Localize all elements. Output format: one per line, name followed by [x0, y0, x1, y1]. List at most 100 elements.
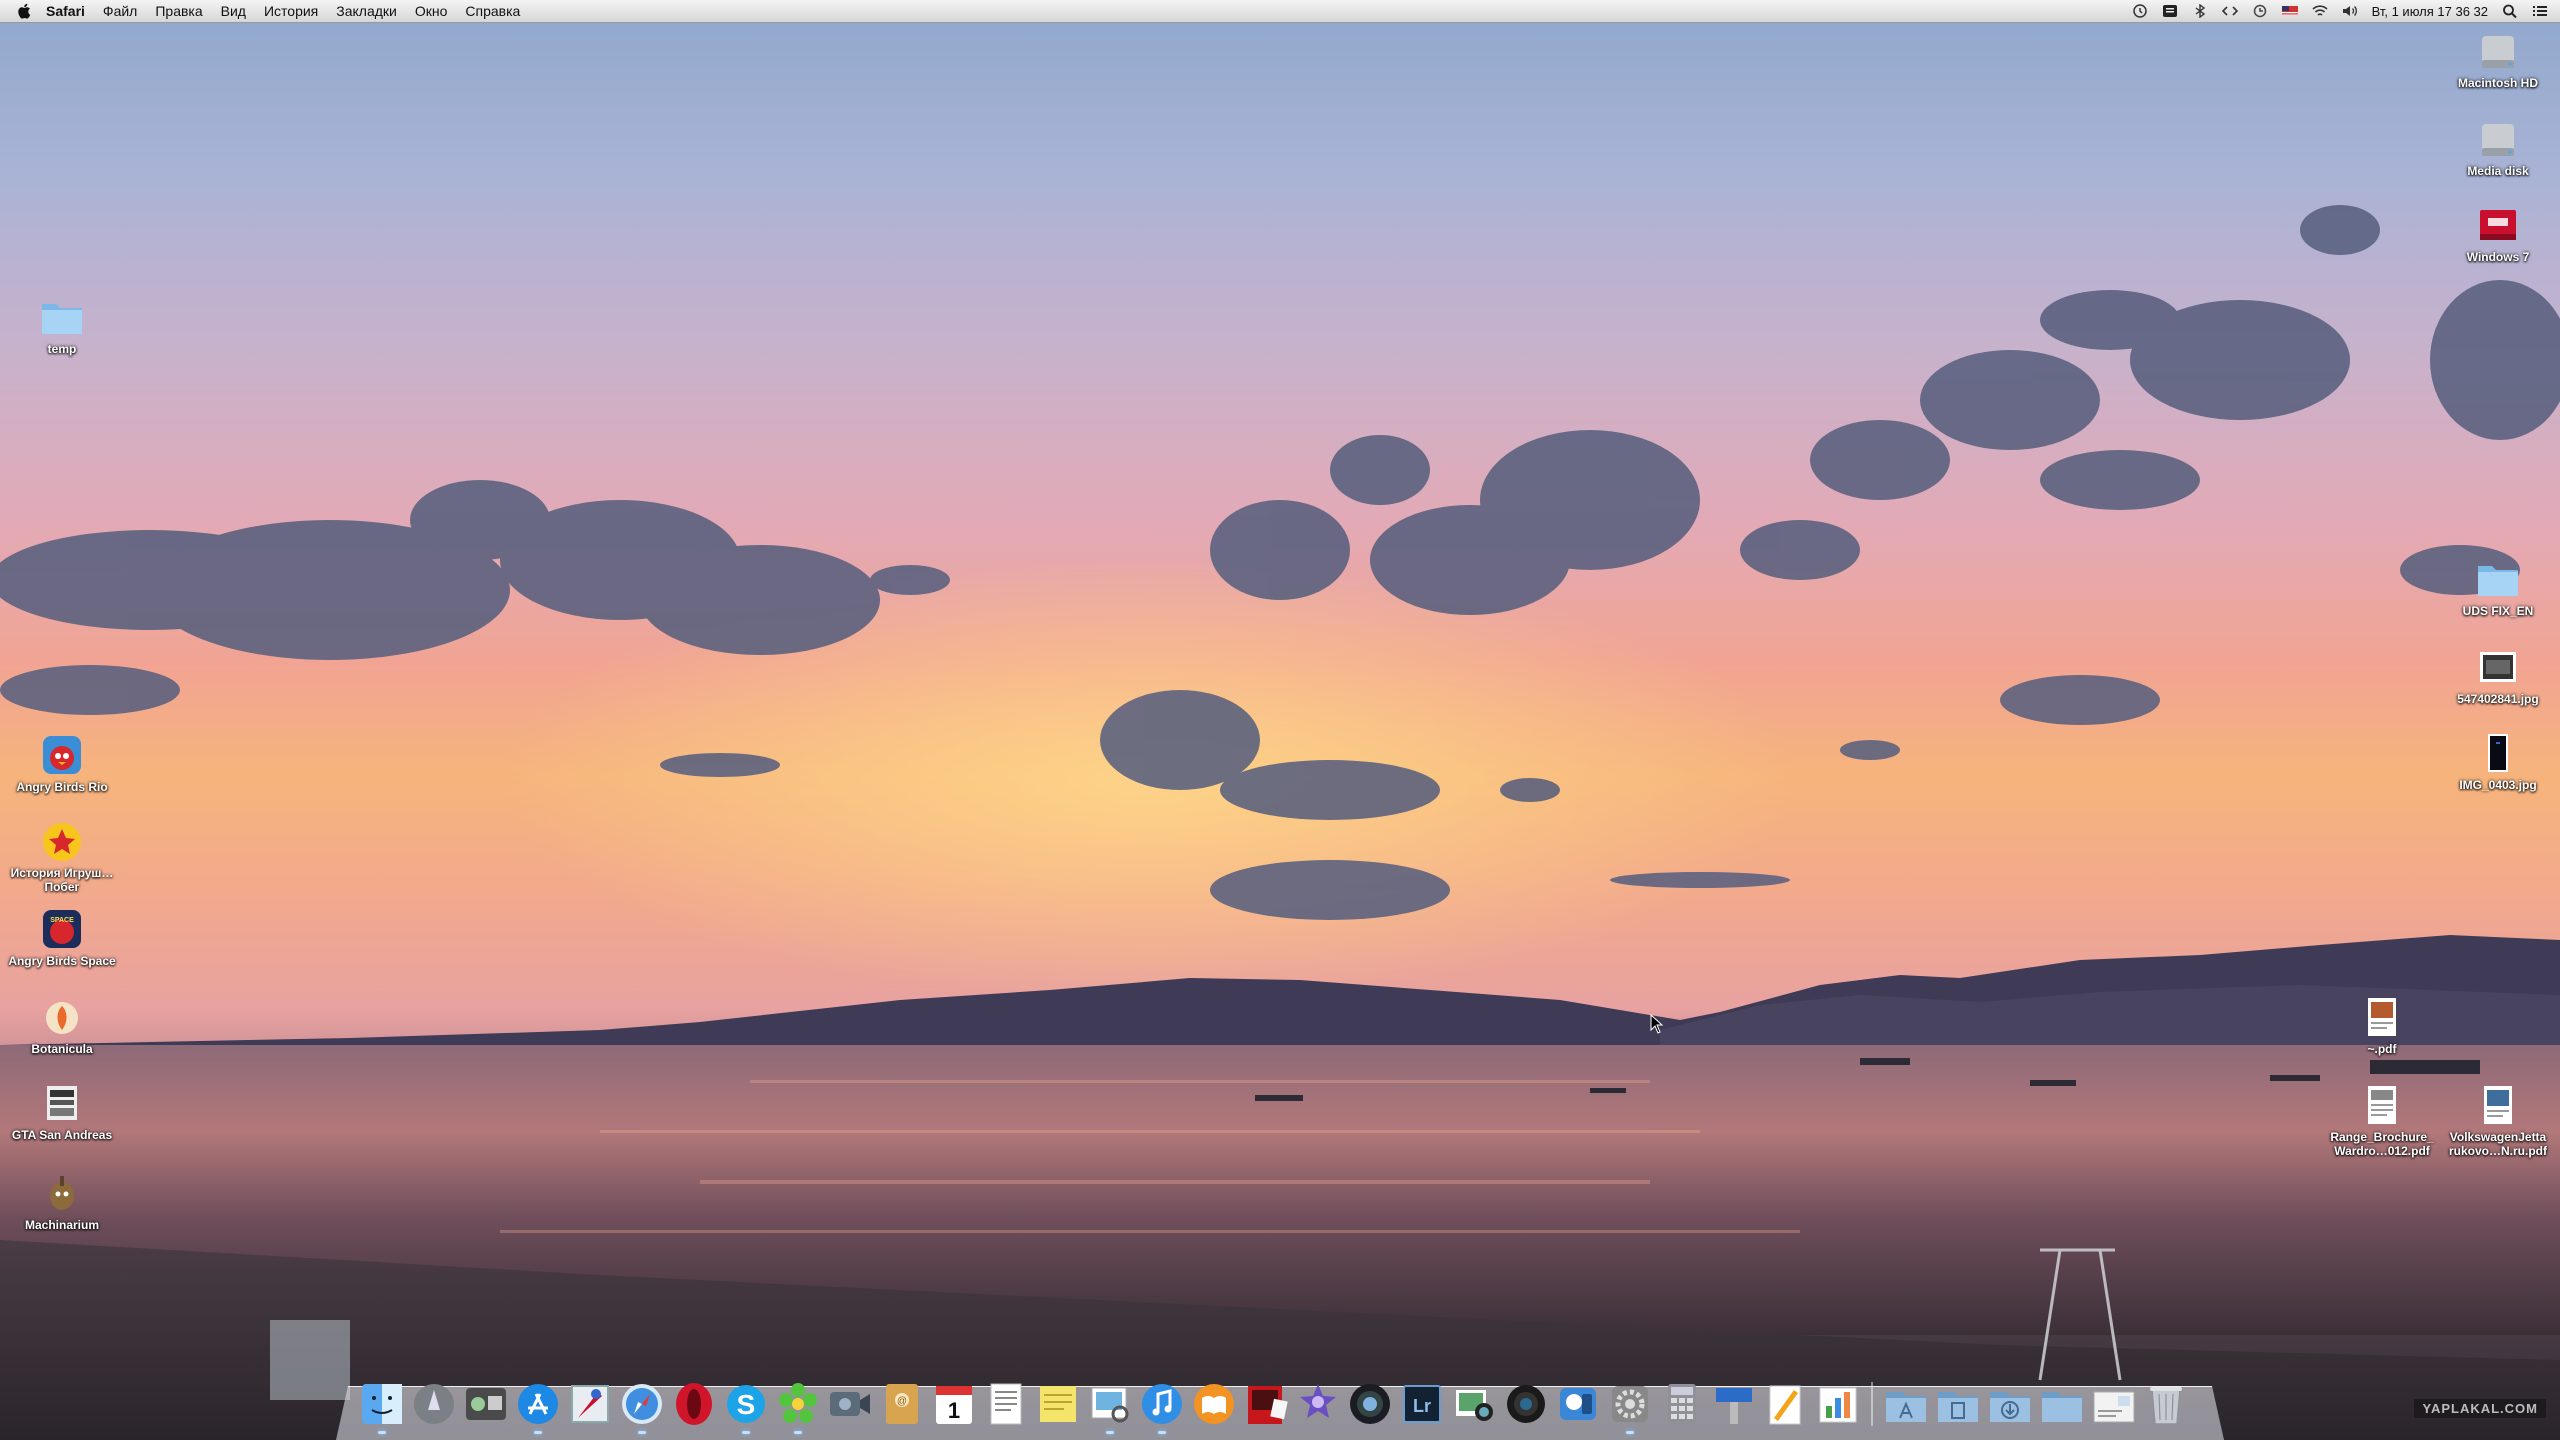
menubar-clock[interactable]: Вт, 1 июля 17 36 32: [2372, 4, 2488, 19]
dashboard-icon[interactable]: [462, 1378, 510, 1428]
launchpad-icon[interactable]: [410, 1378, 458, 1428]
system-preferences-icon[interactable]: [1606, 1378, 1654, 1434]
menu-history[interactable]: История: [264, 3, 318, 19]
desktop-icon-machinarium[interactable]: Machinarium: [2, 1172, 122, 1232]
desktop-icon-label: IMG_0403.jpg: [2459, 778, 2537, 792]
time-machine-icon[interactable]: [2132, 4, 2148, 18]
downloads-stack-icon[interactable]: [1986, 1378, 2034, 1428]
desktop-icon-botanicula[interactable]: Botanicula: [2, 996, 122, 1056]
desktop-icon-volkswagen-jetta[interactable]: VolkswagenJetta rukovo…N.ru.pdf: [2438, 1084, 2558, 1158]
skype-letter: S: [737, 1389, 756, 1420]
textedit-icon[interactable]: [982, 1378, 1030, 1428]
desktop-icon-tilde-pdf[interactable]: ~.pdf: [2322, 996, 2442, 1056]
calendar-icon[interactable]: 1: [930, 1378, 978, 1428]
desktop-icon-windows-7[interactable]: Windows 7: [2438, 204, 2558, 264]
flag-icon[interactable]: [2281, 4, 2298, 18]
preview-icon[interactable]: [1086, 1378, 1134, 1434]
itunes-icon[interactable]: [1138, 1378, 1186, 1434]
app-store-icon[interactable]: [514, 1378, 562, 1434]
calculator-icon[interactable]: [1658, 1378, 1706, 1428]
opera-icon[interactable]: [670, 1378, 718, 1428]
toy-story-icon: [43, 823, 81, 861]
desktop-icon-label: ~.pdf: [2367, 1042, 2397, 1056]
gta-icon: [47, 1086, 77, 1120]
desktop-icon-uds-fix[interactable]: UDS FIX_EN: [2438, 558, 2558, 618]
pages-icon[interactable]: [1762, 1378, 1810, 1428]
notification-center-icon[interactable]: [2532, 4, 2548, 18]
aperture-icon[interactable]: [1346, 1378, 1394, 1428]
finder-icon[interactable]: [358, 1378, 406, 1434]
code-icon[interactable]: [2221, 4, 2238, 18]
lightroom-icon[interactable]: Lr: [1398, 1378, 1446, 1428]
folder-stack-icon[interactable]: [2038, 1378, 2086, 1428]
watermark: YAPLAKAL.COM: [2414, 1399, 2546, 1418]
desktop-icon-label: Media disk: [2467, 164, 2529, 178]
facetime-icon[interactable]: [826, 1378, 874, 1428]
desktop-icon-label: UDS FIX_EN: [2462, 604, 2534, 618]
status-area: Вт, 1 июля 17 36 32: [2132, 0, 2548, 22]
image-file-icon: [2488, 734, 2508, 772]
running-indicator: [638, 1431, 646, 1434]
vlc-icon[interactable]: [1554, 1378, 1602, 1428]
applications-stack-icon[interactable]: [1882, 1378, 1930, 1428]
desktop-icon-toy-story[interactable]: История Игруш…Побег: [2, 820, 122, 894]
desktop-icon-gta[interactable]: GTA San Andreas: [2, 1082, 122, 1142]
address-book-icon[interactable]: @: [878, 1378, 926, 1428]
skype-icon[interactable]: S: [722, 1378, 770, 1434]
desktop-icon-label: VolkswagenJetta rukovo…N.ru.pdf: [2449, 1130, 2547, 1158]
menu-edit[interactable]: Правка: [155, 3, 202, 19]
menu-file[interactable]: Файл: [103, 3, 137, 19]
notes-icon[interactable]: [2162, 4, 2178, 18]
angry-birds-rio-icon: [43, 736, 81, 774]
desktop-icon-label: Windows 7: [2466, 250, 2530, 264]
desktop-icon-label: Angry Birds Rio: [16, 780, 108, 794]
bluetooth-icon[interactable]: [2192, 4, 2208, 18]
iphoto-icon[interactable]: [1450, 1378, 1498, 1428]
safari-icon[interactable]: [618, 1378, 666, 1434]
desktop-icon-547402841[interactable]: 547402841.jpg: [2438, 646, 2558, 706]
machinarium-icon: [50, 1176, 74, 1210]
imovie-icon[interactable]: [1294, 1378, 1342, 1428]
running-indicator: [534, 1431, 542, 1434]
menu-view[interactable]: Вид: [221, 3, 246, 19]
mail-stamp-icon[interactable]: [566, 1378, 614, 1428]
desktop-icon-range-brochure[interactable]: Range_Brochure_ Wardro…012.pdf: [2322, 1084, 2442, 1158]
desktop-wallpaper: [0, 0, 2560, 1440]
menu-bookmarks[interactable]: Закладки: [336, 3, 397, 19]
history-icon[interactable]: [2252, 4, 2268, 18]
desktop-icon-img-0403[interactable]: IMG_0403.jpg: [2438, 732, 2558, 792]
svg-text:@: @: [897, 1396, 907, 1407]
desktop-icon-label: GTA San Andreas: [11, 1128, 113, 1142]
keynote-icon[interactable]: [1710, 1378, 1758, 1428]
desktop-icon-angry-birds-rio[interactable]: Angry Birds Rio: [2, 734, 122, 794]
stickies-icon[interactable]: [1034, 1378, 1082, 1428]
pdf-file-icon: [2484, 1086, 2512, 1124]
dock-separator: [1866, 1378, 1878, 1428]
numbers-icon[interactable]: [1814, 1378, 1862, 1428]
lightroom-label: Lr: [1413, 1396, 1431, 1416]
desktop-icon-media-disk[interactable]: Media disk: [2438, 118, 2558, 178]
desktop-icon-label: temp: [47, 342, 77, 356]
botanicula-icon: [46, 1002, 78, 1034]
wifi-icon[interactable]: [2312, 4, 2328, 18]
desktop-icon-temp[interactable]: temp: [2, 296, 122, 356]
desktop-icon-angry-birds-space[interactable]: SPACE Angry Birds Space: [2, 908, 122, 968]
mail-stack-icon[interactable]: [2090, 1378, 2138, 1428]
apple-menu-icon[interactable]: [16, 2, 34, 20]
documents-stack-icon[interactable]: [1934, 1378, 1982, 1428]
running-indicator: [1626, 1431, 1634, 1434]
camera-icon[interactable]: [1502, 1378, 1550, 1428]
folder-icon: [42, 304, 82, 334]
icq-icon[interactable]: [774, 1378, 822, 1434]
menu-app-name[interactable]: Safari: [46, 3, 85, 19]
desktop-icon-label: Machinarium: [24, 1218, 99, 1232]
ibooks-icon[interactable]: [1190, 1378, 1238, 1428]
menu-window[interactable]: Окно: [415, 3, 448, 19]
spotlight-icon[interactable]: [2502, 4, 2518, 18]
desktop-icon-macintosh-hd[interactable]: Macintosh HD: [2438, 30, 2558, 90]
volume-icon[interactable]: [2342, 4, 2358, 18]
photo-booth-icon[interactable]: [1242, 1378, 1290, 1428]
image-file-icon: [2480, 652, 2516, 682]
trash-icon[interactable]: [2142, 1378, 2190, 1428]
menu-help[interactable]: Справка: [465, 3, 520, 19]
